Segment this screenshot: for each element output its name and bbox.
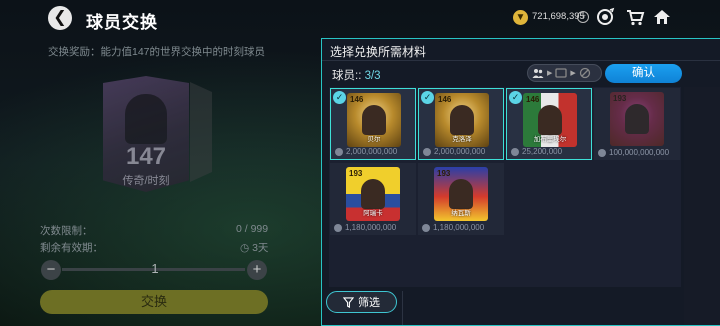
card-price: 2,000,000,000 [335, 147, 397, 156]
card-art: 146 加布里埃尔 [523, 93, 577, 147]
funnel-icon [343, 296, 354, 308]
coin-icon [511, 147, 519, 156]
card-rating: 193 [613, 94, 627, 103]
quantity-plus-button[interactable]: + [247, 260, 267, 280]
validity-label: 剩余有效期： [40, 242, 103, 254]
target-icon[interactable] [595, 7, 615, 27]
coin-icon [335, 147, 343, 156]
top-bar: ❮ 球员交换 ▼ 721,698,395 + [0, 0, 720, 36]
player-portrait [625, 104, 649, 134]
card-rating: 146 [350, 95, 364, 104]
card-rating: 146 [526, 95, 540, 104]
player-silhouette [125, 94, 167, 144]
card-player-name: 阿瑞卡 [363, 210, 383, 217]
card-type: 传奇/时刻 [122, 175, 170, 187]
modal-title: 选择兑换所需材料 [330, 45, 427, 59]
card-art: 146 贝尔 [347, 93, 401, 147]
player-portrait [450, 105, 474, 135]
card-rating: 146 [438, 95, 452, 104]
modal-divider [322, 60, 720, 61]
blocked-icon [579, 67, 590, 79]
validity-value: ◷ 3天 [240, 240, 268, 255]
arrow-right-icon: ▶ [570, 70, 576, 77]
card-art: 193 阿瑞卡 [346, 167, 400, 221]
filter-label: 筛选 [358, 297, 380, 309]
card-rating: 147 [125, 143, 167, 170]
card-rating: 193 [437, 169, 451, 178]
price-value: 25,200,000 [522, 147, 563, 156]
coin-icon [423, 147, 431, 156]
material-card-2[interactable]: ✓ 146 克洛泽 2,000,000,000 [418, 88, 504, 160]
cart-icon[interactable] [625, 7, 645, 27]
clock-icon: ◷ [240, 242, 250, 254]
coin-icon [598, 148, 606, 157]
validity-days: 3天 [252, 242, 269, 254]
card-player-name: 加布里埃尔 [533, 136, 567, 143]
selected-check-icon: ✓ [333, 91, 346, 104]
card-player-name: 纳瓦斯 [451, 210, 471, 217]
filter-button[interactable]: 筛选 [326, 291, 397, 313]
material-select-modal: 选择兑换所需材料 球员:: 3/3 ▶ ▶ 确认 ✓ 146 贝尔 2,000,… [321, 38, 720, 326]
card-price: 1,180,000,000 [334, 223, 396, 232]
price-value: 1,180,000,000 [433, 223, 485, 232]
price-value: 1,180,000,000 [345, 223, 397, 232]
card-art: 193 纳瓦斯 [434, 167, 488, 221]
quantity-value: 1 [151, 261, 159, 276]
side-card-preview [190, 82, 212, 182]
price-value: 100,000,000,000 [609, 148, 670, 157]
card-price: 1,180,000,000 [422, 223, 484, 232]
back-button[interactable]: ❮ [48, 6, 72, 30]
page-title: 球员交换 [86, 13, 158, 32]
count-label: 球员:: [332, 70, 365, 82]
material-card-1[interactable]: ✓ 146 贝尔 2,000,000,000 [330, 88, 416, 160]
material-card-5[interactable]: 193 阿瑞卡 1,180,000,000 [330, 163, 416, 235]
coin-icon [422, 223, 430, 232]
group-icon [532, 69, 544, 78]
card-price: 2,000,000,000 [423, 147, 485, 156]
card-rating: 193 [349, 169, 363, 178]
scroll-area [684, 87, 720, 325]
selected-check-icon: ✓ [509, 91, 522, 104]
card-price: 25,200,000 [511, 147, 562, 156]
price-value: 2,000,000,000 [346, 147, 398, 156]
material-card-6[interactable]: 193 纳瓦斯 1,180,000,000 [418, 163, 504, 235]
selected-count: 球员:: 3/3 [332, 67, 381, 83]
card-icon [555, 68, 568, 78]
card-price: 100,000,000,000 [598, 148, 669, 157]
card-player-name: 克洛泽 [452, 136, 472, 143]
selected-check-icon: ✓ [421, 91, 434, 104]
exchange-button[interactable]: 交换 [40, 290, 268, 314]
card-player-name: 贝尔 [367, 136, 381, 143]
add-coins-button[interactable]: + [577, 11, 589, 23]
coin-icon: ▼ [513, 10, 528, 25]
reward-label: 交换奖励：能力值147的世界交换中的时刻球员 [48, 46, 266, 58]
reward-player-card: 147 传奇/时刻 [103, 76, 189, 192]
player-portrait [449, 179, 473, 209]
material-card-3[interactable]: ✓ 146 加布里埃尔 25,200,000 [506, 88, 592, 160]
exchange-detail-panel: 交换奖励：能力值147的世界交换中的时刻球员 147 传奇/时刻 次数限制： 0… [0, 36, 330, 326]
card-art: 146 克洛泽 [435, 93, 489, 147]
card-art: 193 [610, 92, 664, 146]
price-value: 2,000,000,000 [434, 147, 486, 156]
confirm-button[interactable]: 确认 [605, 64, 682, 83]
limit-label: 次数限制： [40, 225, 93, 237]
category-filter-pill[interactable]: ▶ ▶ [527, 64, 602, 82]
player-portrait [361, 179, 385, 209]
coin-icon [334, 223, 342, 232]
limit-value: 0 / 999 [236, 223, 269, 235]
quantity-minus-button[interactable]: − [41, 260, 61, 280]
count-value: 3/3 [364, 70, 381, 82]
material-card-4[interactable]: 193 100,000,000,000 [594, 88, 680, 160]
home-icon[interactable] [652, 7, 672, 27]
player-portrait [538, 105, 562, 135]
player-portrait [362, 105, 386, 135]
bottom-divider [402, 291, 403, 325]
arrow-right-icon: ▶ [547, 70, 553, 77]
